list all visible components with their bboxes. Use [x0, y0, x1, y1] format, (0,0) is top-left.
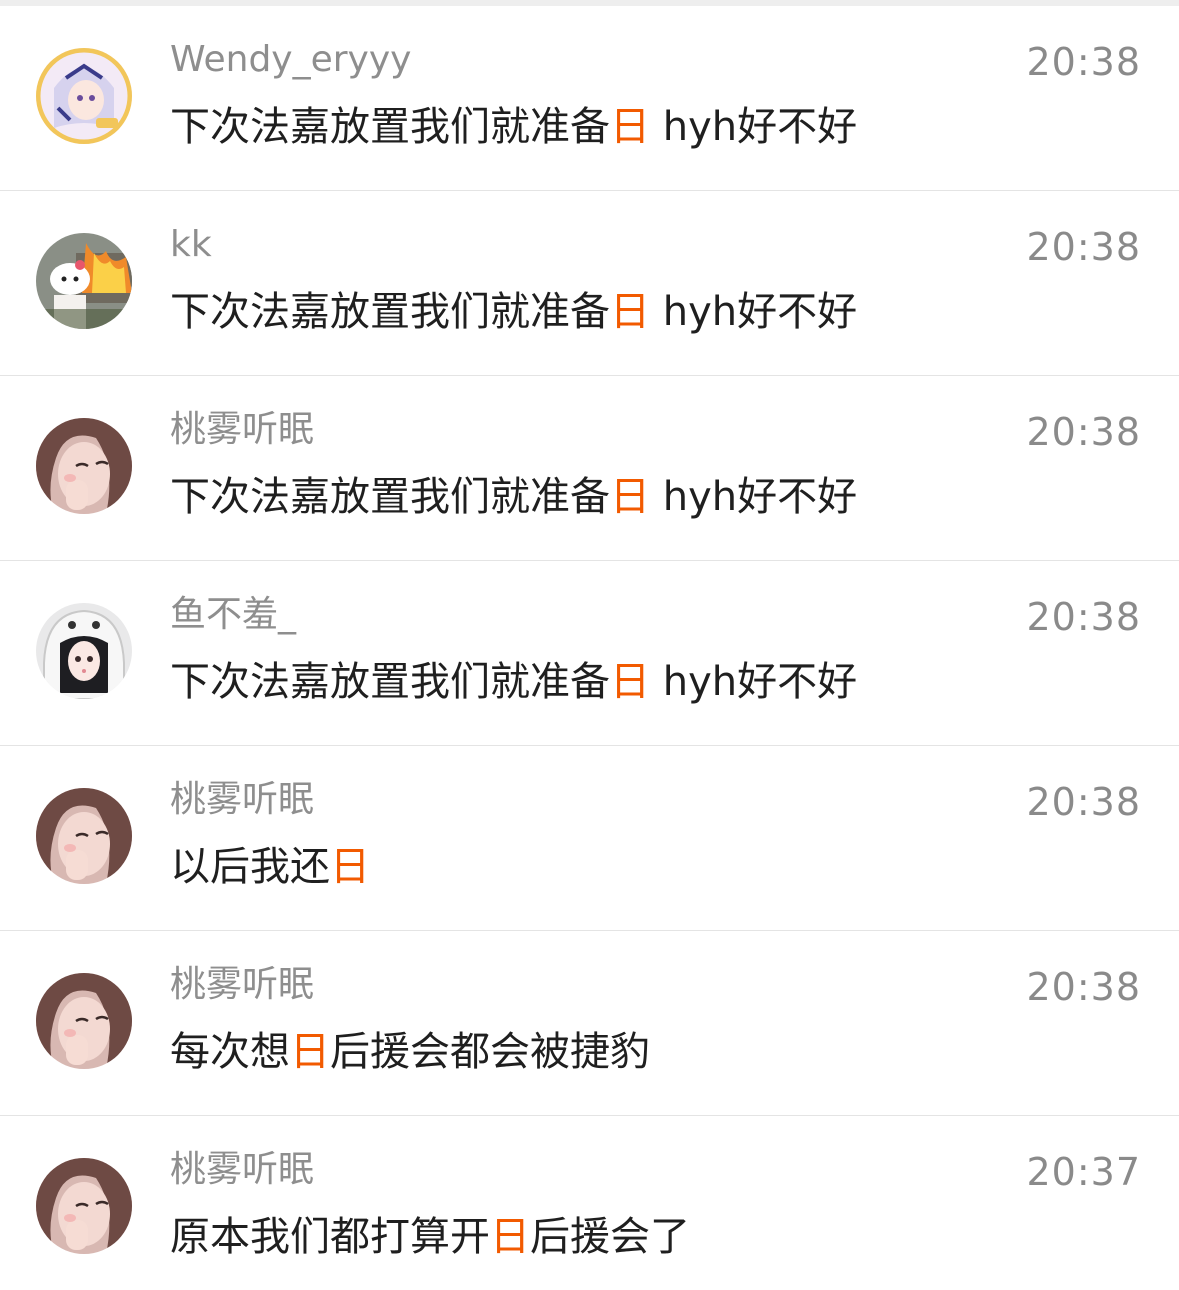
- message-text: 以后我还日: [170, 840, 370, 894]
- message-time: 20:38: [1026, 780, 1141, 824]
- message-highlight: 日: [610, 104, 650, 150]
- message-item[interactable]: kk 20:38 下次法嘉放置我们就准备日 hyh好不好: [0, 191, 1179, 376]
- message-text-before: 下次法嘉放置我们就准备: [170, 104, 610, 150]
- message-time: 20:38: [1026, 40, 1141, 84]
- message-text: 下次法嘉放置我们就准备日 hyh好不好: [170, 285, 857, 339]
- message-item[interactable]: 桃雾听眠 20:38 以后我还日: [0, 746, 1179, 931]
- message-text: 下次法嘉放置我们就准备日 hyh好不好: [170, 655, 857, 709]
- message-text-after: hyh好不好: [650, 474, 858, 520]
- message-time: 20:38: [1026, 410, 1141, 454]
- message-text-before: 下次法嘉放置我们就准备: [170, 474, 610, 520]
- sender-name[interactable]: 桃雾听眠: [170, 963, 314, 1007]
- message-highlight: 日: [610, 659, 650, 705]
- message-highlight: 日: [490, 1214, 530, 1260]
- message-item[interactable]: 桃雾听眠 20:37 原本我们都打算开日后援会了: [0, 1116, 1179, 1290]
- message-text-after: 后援会都会被捷豹: [330, 1029, 650, 1075]
- sender-name[interactable]: 鱼不羞_: [170, 593, 296, 637]
- message-time: 20:38: [1026, 225, 1141, 269]
- message-time: 20:37: [1026, 1150, 1141, 1194]
- message-text-after: hyh好不好: [650, 289, 858, 335]
- message-item[interactable]: 鱼不羞_ 20:38 下次法嘉放置我们就准备日 hyh好不好: [0, 561, 1179, 746]
- girl-selfie-avatar-icon[interactable]: [36, 973, 132, 1069]
- sender-name[interactable]: 桃雾听眠: [170, 408, 314, 452]
- message-text-before: 每次想: [170, 1029, 290, 1075]
- message-text-before: 原本我们都打算开: [170, 1214, 490, 1260]
- sender-name[interactable]: kk: [170, 223, 212, 267]
- sender-name[interactable]: 桃雾听眠: [170, 1148, 314, 1192]
- anime-girl-avatar-icon[interactable]: [36, 48, 132, 144]
- message-highlight: 日: [330, 844, 370, 890]
- message-item[interactable]: 桃雾听眠 20:38 每次想日后援会都会被捷豹: [0, 931, 1179, 1116]
- message-text: 下次法嘉放置我们就准备日 hyh好不好: [170, 470, 857, 524]
- message-highlight: 日: [290, 1029, 330, 1075]
- message-list: Wendy_eryyy 20:38 下次法嘉放置我们就准备日 hyh好不好 kk…: [0, 6, 1179, 1290]
- message-text-before: 下次法嘉放置我们就准备: [170, 659, 610, 705]
- message-time: 20:38: [1026, 965, 1141, 1009]
- message-text: 下次法嘉放置我们就准备日 hyh好不好: [170, 100, 857, 154]
- message-text-before: 以后我还: [170, 844, 330, 890]
- girl-selfie-avatar-icon[interactable]: [36, 418, 132, 514]
- sender-name[interactable]: 桃雾听眠: [170, 778, 314, 822]
- sender-name[interactable]: Wendy_eryyy: [170, 38, 411, 82]
- message-text-after: hyh好不好: [650, 659, 858, 705]
- message-item[interactable]: 桃雾听眠 20:38 下次法嘉放置我们就准备日 hyh好不好: [0, 376, 1179, 561]
- message-text-after: hyh好不好: [650, 104, 858, 150]
- girl-selfie-avatar-icon[interactable]: [36, 788, 132, 884]
- anime-girl-hood-avatar-icon[interactable]: [36, 603, 132, 699]
- message-item[interactable]: Wendy_eryyy 20:38 下次法嘉放置我们就准备日 hyh好不好: [0, 6, 1179, 191]
- message-text: 每次想日后援会都会被捷豹: [170, 1025, 650, 1079]
- message-text: 原本我们都打算开日后援会了: [170, 1210, 690, 1264]
- message-highlight: 日: [610, 289, 650, 335]
- message-text-before: 下次法嘉放置我们就准备: [170, 289, 610, 335]
- message-highlight: 日: [610, 474, 650, 520]
- hello-kitty-fire-avatar-icon[interactable]: [36, 233, 132, 329]
- message-time: 20:38: [1026, 595, 1141, 639]
- girl-selfie-avatar-icon[interactable]: [36, 1158, 132, 1254]
- message-text-after: 后援会了: [530, 1214, 690, 1260]
